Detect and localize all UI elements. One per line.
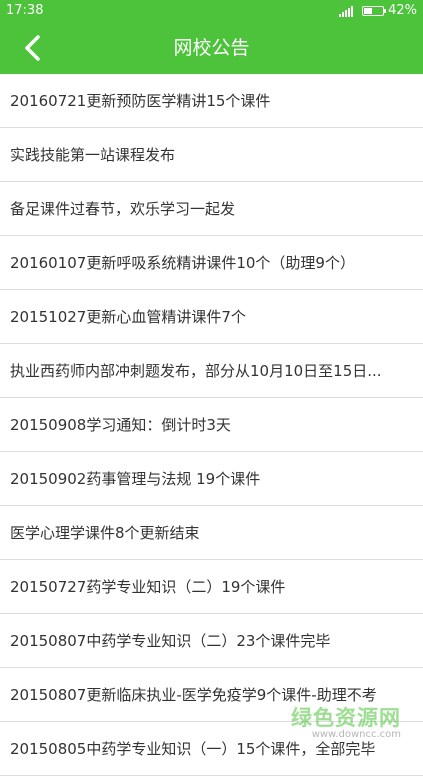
announcement-item[interactable]: 实践技能第一站课程发布 — [0, 128, 423, 182]
announcement-item[interactable]: 20150807中药学专业知识（二）23个课件完毕 — [0, 614, 423, 668]
announcement-title: 20150908学习通知：倒计时3天 — [10, 416, 231, 434]
battery-icon — [362, 6, 387, 16]
announcement-title: 医学心理学课件8个更新结束 — [10, 524, 200, 542]
announcement-item[interactable]: 20150805中药学专业知识（一）15个课件，全部完毕 — [0, 722, 423, 776]
status-bar: 17:38 42% — [0, 0, 423, 22]
announcement-list: 20160721更新预防医学精讲15个课件 实践技能第一站课程发布备足课件过春节，… — [0, 74, 423, 776]
announcement-item[interactable]: 20160721更新预防医学精讲15个课件 — [0, 74, 423, 128]
announcement-title: 实践技能第一站课程发布 — [10, 146, 176, 164]
battery-percentage: 42% — [388, 3, 417, 18]
announcement-item[interactable]: 20150902药事管理与法规 19个课件 — [0, 452, 423, 506]
announcement-title: 执业西药师内部冲刺题发布，部分从10月10日至15日... — [10, 362, 382, 380]
status-time: 17:38 — [6, 3, 44, 18]
announcement-title: 20150807中药学专业知识（二）23个课件完毕 — [10, 632, 331, 650]
announcement-item[interactable]: 20151027更新心血管精讲课件7个 — [0, 290, 423, 344]
status-indicators: 42% — [339, 3, 417, 19]
signal-icon — [339, 5, 354, 17]
announcement-item[interactable]: 20150727药学专业知识（二）19个课件 — [0, 560, 423, 614]
announcement-title: 20150805中药学专业知识（一）15个课件，全部完毕 — [10, 740, 376, 758]
announcement-title: 20151027更新心血管精讲课件7个 — [10, 308, 246, 326]
announcement-title: 20160721更新预防医学精讲15个课件 — [10, 92, 271, 110]
page-title: 网校公告 — [173, 37, 250, 59]
announcement-title: 20160107更新呼吸系统精讲课件10个（助理9个） — [10, 254, 355, 272]
announcement-item[interactable]: 20150908学习通知：倒计时3天 — [0, 398, 423, 452]
announcement-title: 20150807更新临床执业-医学免疫学9个课件-助理不考 — [10, 686, 377, 704]
announcement-title: 20150727药学专业知识（二）19个课件 — [10, 578, 286, 596]
announcement-title: 20150902药事管理与法规 19个课件 — [10, 470, 261, 488]
battery-level-fill — [364, 8, 372, 14]
announcement-item[interactable]: 20150807更新临床执业-医学免疫学9个课件-助理不考 — [0, 668, 423, 722]
app-bar: 网校公告 — [0, 22, 423, 74]
announcement-item[interactable]: 执业西药师内部冲刺题发布，部分从10月10日至15日... — [0, 344, 423, 398]
announcement-title: 备足课件过春节，欢乐学习一起发 — [10, 200, 236, 218]
announcement-item[interactable]: 备足课件过春节，欢乐学习一起发 — [0, 182, 423, 236]
announcement-item[interactable]: 20160107更新呼吸系统精讲课件10个（助理9个） — [0, 236, 423, 290]
announcement-item[interactable]: 医学心理学课件8个更新结束 — [0, 506, 423, 560]
